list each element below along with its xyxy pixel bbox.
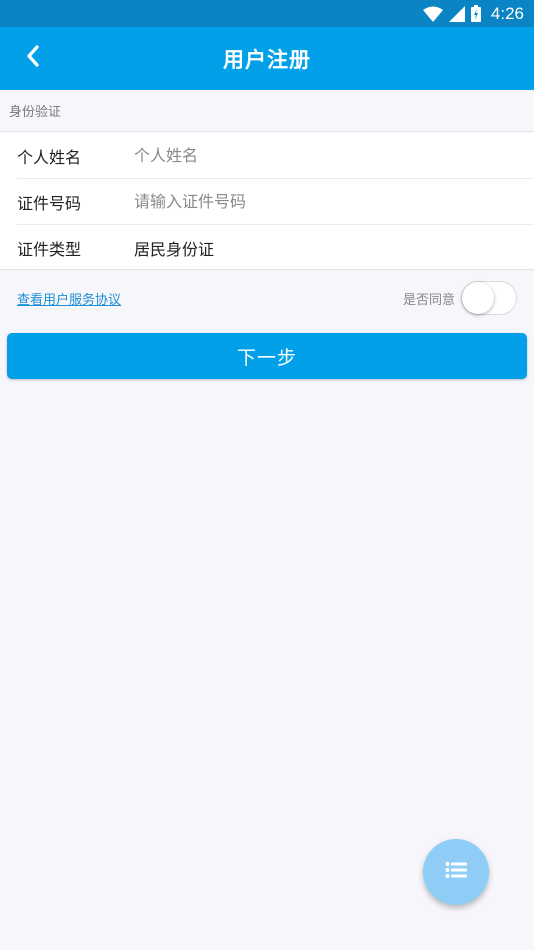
page-title: 用户注册 (223, 47, 311, 72)
battery-icon (470, 5, 481, 22)
next-button[interactable]: 下一步 (7, 333, 527, 379)
id-number-row: 证件号码 (17, 179, 534, 225)
signal-icon (448, 5, 465, 22)
section-header: 身份验证 (0, 90, 534, 132)
app-bar: 用户注册 (0, 27, 534, 90)
wifi-icon (422, 6, 443, 22)
name-label: 个人姓名 (17, 147, 82, 167)
name-input[interactable] (134, 146, 494, 165)
back-button[interactable] (18, 43, 48, 73)
agree-label: 是否同意 (402, 292, 455, 308)
service-agreement-link[interactable]: 查看用户服务协议 (17, 289, 121, 308)
menu-fab-button[interactable] (423, 839, 489, 905)
status-bar: 4:26 (0, 0, 534, 27)
agree-toggle[interactable] (461, 281, 517, 315)
id-type-select[interactable]: 居民身份证 (134, 236, 214, 260)
identity-form: 个人姓名 证件号码 证件类型 居民身份证 (0, 133, 534, 270)
id-type-label: 证件类型 (17, 239, 82, 259)
chevron-left-icon (25, 44, 41, 72)
section-title: 身份验证 (9, 105, 62, 120)
toggle-knob (462, 282, 494, 314)
agreement-row: 查看用户服务协议 是否同意 (0, 270, 534, 326)
id-number-label: 证件号码 (17, 193, 82, 213)
name-row: 个人姓名 (17, 133, 534, 179)
status-time: 4:26 (490, 3, 524, 23)
agree-group: 是否同意 (403, 281, 517, 315)
list-icon (445, 861, 467, 883)
id-type-row[interactable]: 证件类型 居民身份证 (17, 225, 534, 270)
id-number-input[interactable] (134, 192, 494, 211)
